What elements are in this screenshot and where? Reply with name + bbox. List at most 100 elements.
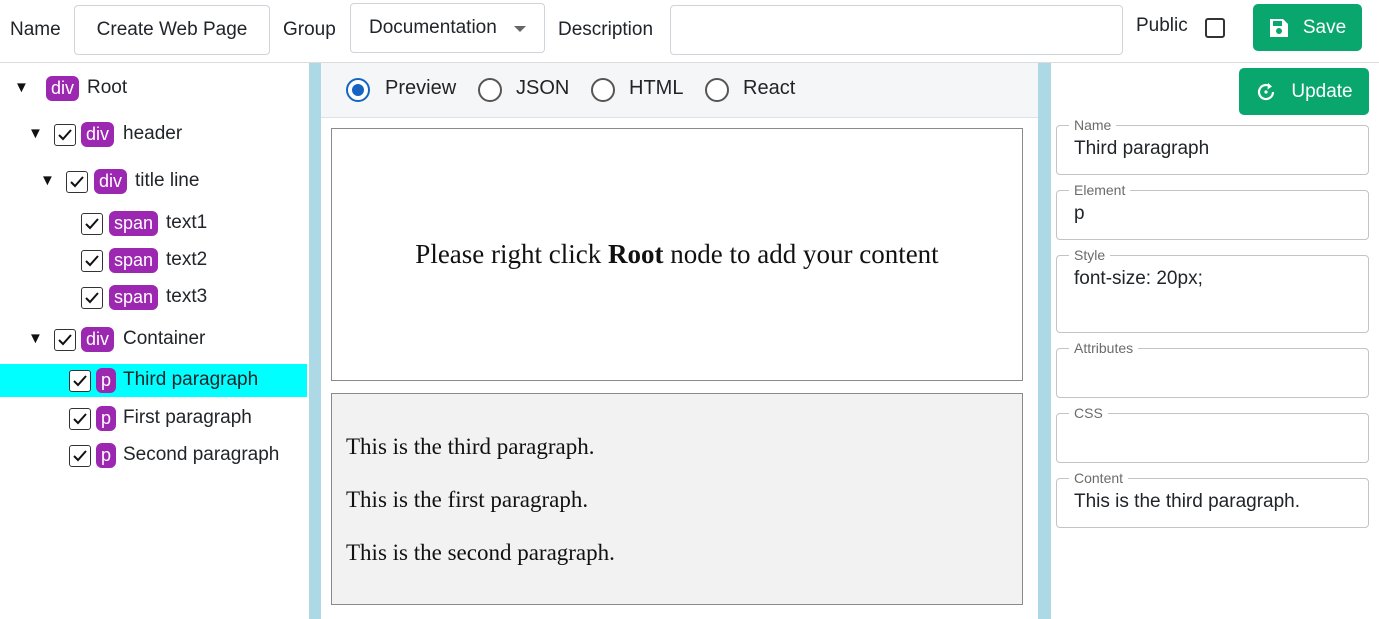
tree-node-title-line[interactable]: ▼ div title line	[0, 165, 307, 198]
refresh-icon	[1258, 82, 1275, 100]
tree-node-second-paragraph[interactable]: p Second paragraph	[0, 439, 307, 472]
node-checkbox[interactable]	[66, 171, 88, 193]
element-field[interactable]: Element p	[1056, 182, 1369, 240]
tag-badge: span	[109, 248, 159, 273]
attributes-field[interactable]: Attributes	[1056, 340, 1369, 398]
check-icon	[85, 255, 99, 267]
style-field[interactable]: Style font-size: 20px;	[1056, 247, 1369, 333]
radio-json[interactable]	[478, 78, 502, 102]
tree-node-text1[interactable]: span text1	[0, 207, 307, 240]
node-checkbox[interactable]	[69, 370, 91, 392]
tree-node-label: text3	[166, 286, 208, 307]
caret-down-icon[interactable]: ▼	[14, 79, 29, 96]
node-checkbox[interactable]	[81, 213, 103, 235]
radio-html-label[interactable]: HTML	[629, 77, 683, 100]
style-field-label: Style	[1069, 247, 1111, 263]
name-field[interactable]: Name Third paragraph	[1056, 117, 1369, 175]
element-field-label: Element	[1069, 182, 1131, 198]
tag-badge: p	[96, 368, 117, 393]
tag-badge: div	[46, 76, 80, 101]
component-tree: ▼ div Root ▼ div header ▼ div title line…	[0, 63, 309, 619]
check-icon	[58, 129, 72, 141]
update-button[interactable]: Update	[1239, 68, 1369, 115]
tag-badge: p	[96, 406, 117, 431]
name-input-value: Create Web Page	[96, 19, 248, 40]
view-mode-bar: Preview JSON HTML React	[321, 63, 1038, 118]
name-input[interactable]: Create Web Page	[74, 5, 270, 55]
name-field-label: Name	[1069, 117, 1117, 133]
check-icon	[58, 334, 72, 346]
name-label: Name	[10, 19, 61, 40]
check-icon	[73, 413, 87, 425]
message-text: Please right click	[415, 239, 608, 269]
tag-badge: span	[109, 211, 159, 236]
radio-preview[interactable]	[346, 78, 370, 102]
description-input[interactable]	[670, 5, 1123, 55]
public-label: Public	[1136, 15, 1188, 36]
element-field-value: p	[1074, 203, 1085, 224]
tree-node-first-paragraph[interactable]: p First paragraph	[0, 402, 307, 435]
node-checkbox[interactable]	[81, 250, 103, 272]
preview-header-panel: Please right click Root node to add your…	[331, 128, 1023, 381]
empty-root-message: Please right click Root node to add your…	[415, 239, 938, 270]
tree-node-text3[interactable]: span text3	[0, 281, 307, 314]
tag-badge: p	[96, 443, 117, 468]
content-field-value: This is the third paragraph.	[1074, 491, 1301, 512]
tree-node-label: Third paragraph	[123, 369, 259, 390]
tree-node-label: title line	[135, 170, 200, 191]
tree-node-label: First paragraph	[123, 407, 252, 428]
message-bold: Root	[608, 239, 664, 269]
content-field[interactable]: Content This is the third paragraph.	[1056, 470, 1369, 528]
css-field-label: CSS	[1069, 405, 1108, 421]
tree-node-third-paragraph[interactable]: p Third paragraph	[0, 364, 307, 397]
check-icon	[70, 176, 84, 188]
preview-paragraph: This is the third paragraph.	[346, 434, 595, 459]
save-button-label: Save	[1302, 16, 1347, 38]
tree-node-label: Second paragraph	[123, 444, 280, 465]
node-checkbox[interactable]	[69, 408, 91, 430]
floppy-disk-icon	[1269, 18, 1288, 37]
preview-container-panel: This is the third paragraph. This is the…	[331, 393, 1023, 605]
check-icon	[85, 218, 99, 230]
tree-node-container[interactable]: ▼ div Container	[0, 323, 307, 356]
node-checkbox[interactable]	[69, 445, 91, 467]
radio-react[interactable]	[705, 78, 729, 102]
tag-badge: div	[94, 169, 128, 194]
radio-json-label[interactable]: JSON	[516, 77, 569, 100]
radio-react-label[interactable]: React	[743, 77, 795, 100]
group-label: Group	[283, 19, 336, 40]
css-field[interactable]: CSS	[1056, 405, 1369, 463]
check-icon	[73, 450, 87, 462]
tree-node-header[interactable]: ▼ div header	[0, 118, 307, 151]
tree-node-label: text2	[166, 249, 208, 270]
group-select-value: Documentation	[369, 17, 497, 38]
group-select[interactable]: Documentation	[350, 3, 545, 53]
content-field-label: Content	[1069, 470, 1129, 486]
node-checkbox[interactable]	[54, 329, 76, 351]
caret-down-icon[interactable]: ▼	[28, 125, 43, 142]
save-button[interactable]: Save	[1253, 4, 1362, 51]
caret-down-icon[interactable]: ▼	[40, 172, 55, 189]
radio-html[interactable]	[591, 78, 615, 102]
check-icon	[85, 292, 99, 304]
style-field-value: font-size: 20px;	[1074, 268, 1203, 289]
description-label: Description	[558, 19, 654, 40]
update-button-label: Update	[1291, 80, 1353, 102]
radio-preview-label[interactable]: Preview	[385, 77, 456, 100]
node-checkbox[interactable]	[81, 287, 103, 309]
check-icon	[73, 375, 87, 387]
center-pane: Preview JSON HTML React Please right cli…	[309, 63, 1051, 619]
tag-badge: div	[81, 327, 115, 352]
message-text: node to add your content	[663, 239, 939, 269]
tree-node-root[interactable]: ▼ div Root	[0, 72, 307, 105]
tag-badge: div	[81, 122, 115, 147]
name-field-value: Third paragraph	[1074, 138, 1210, 159]
attributes-field-label: Attributes	[1069, 340, 1139, 356]
public-checkbox[interactable]	[1205, 18, 1225, 38]
node-checkbox[interactable]	[54, 124, 76, 146]
tree-node-label: Container	[123, 328, 206, 349]
tag-badge: span	[109, 285, 159, 310]
tree-node-label: text1	[166, 212, 208, 233]
caret-down-icon[interactable]: ▼	[28, 330, 43, 347]
tree-node-text2[interactable]: span text2	[0, 244, 307, 277]
